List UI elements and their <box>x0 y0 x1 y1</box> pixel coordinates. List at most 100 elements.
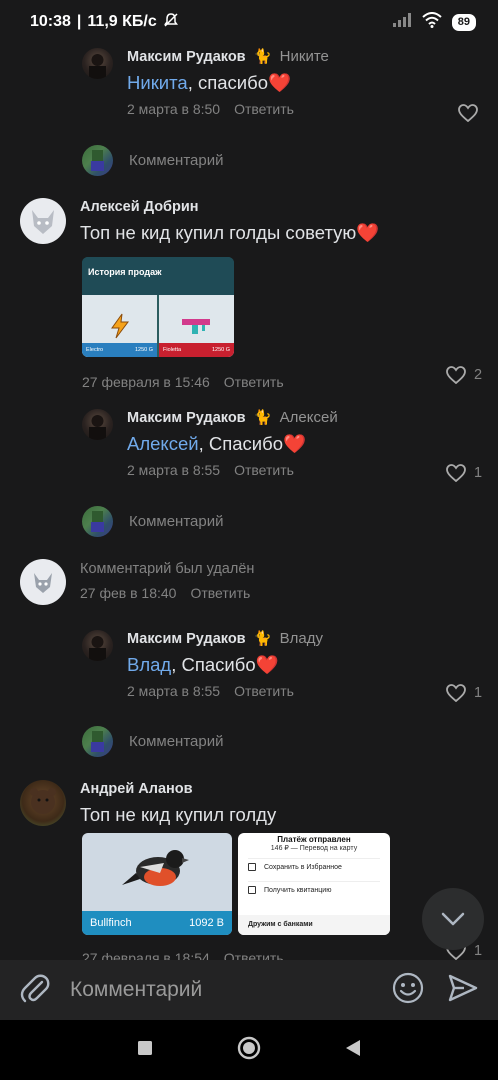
home-icon[interactable] <box>237 1036 261 1065</box>
battery-indicator: 89 <box>451 13 476 31</box>
my-avatar <box>82 506 113 537</box>
heart-emoji: ❤️ <box>356 222 380 243</box>
status-speed: 11,9 КБ/с <box>87 13 157 30</box>
comment-prompt[interactable]: Комментарий <box>82 145 223 176</box>
author-emoji: 🐈 <box>253 631 272 647</box>
comment-date: 27 фев в 18:40 <box>80 585 177 601</box>
comment: Алексей Добрин Топ не кид купил голды со… <box>20 198 379 245</box>
comment-text: Топ не кид купил голду <box>80 804 277 825</box>
mention-link[interactable]: Никита <box>127 72 188 93</box>
signal-icon <box>392 12 412 33</box>
receipt-icon <box>248 886 256 894</box>
comment-author[interactable]: Максим Рудаков <box>127 410 246 426</box>
smile-icon[interactable] <box>392 972 424 1009</box>
mention-link[interactable]: Алексей <box>127 433 199 454</box>
like-button[interactable]: 1 <box>446 684 482 702</box>
heart-outline-icon <box>446 684 466 702</box>
heart-emoji: ❤️ <box>268 72 292 93</box>
reply-button[interactable]: Ответить <box>224 950 284 960</box>
reply-target[interactable]: Владу <box>280 630 323 647</box>
status-time: 10:38 <box>30 13 71 30</box>
comment-deleted: Комментарий был удалён 27 фев в 18:40 От… <box>20 559 254 605</box>
comment-date: 2 марта в 8:50 <box>127 101 221 117</box>
back-icon[interactable] <box>345 1039 361 1062</box>
comment-prompt-label[interactable]: Комментарий <box>129 152 223 169</box>
avatar[interactable] <box>20 780 66 826</box>
comment-text: Топ не кид купил голды советую❤️ <box>80 222 380 243</box>
avatar[interactable] <box>82 409 113 440</box>
comment-meta: 27 февраля в 18:54 Ответить <box>82 950 284 960</box>
reply-button[interactable]: Ответить <box>234 101 294 117</box>
comment-prompt[interactable]: Комментарий <box>82 506 223 537</box>
comment-reply: Максим Рудаков 🐈 Никите Никита, спасибо❤… <box>82 48 329 117</box>
comment-reply: Максим Рудаков 🐈 Алексей Алексей, Спасиб… <box>82 409 338 478</box>
comment-reply: Максим Рудаков 🐈 Владу Влад, Спасибо❤️ 2… <box>82 630 323 699</box>
heart-emoji: ❤️ <box>255 654 279 675</box>
attach-icon[interactable] <box>20 972 50 1009</box>
heart-outline-icon <box>458 104 478 122</box>
heart-outline-icon <box>446 464 466 482</box>
deleted-text: Комментарий был удалён <box>80 561 255 577</box>
comment-meta: 27 февраля в 15:46 Ответить <box>82 374 284 390</box>
comment-prompt-label[interactable]: Комментарий <box>129 513 223 530</box>
comment-date: 2 марта в 8:55 <box>127 683 221 699</box>
comment-author[interactable]: Максим Рудаков <box>127 49 246 65</box>
comment-composer <box>0 960 498 1020</box>
comment-input[interactable] <box>70 978 392 1002</box>
my-avatar <box>82 145 113 176</box>
chevron-down-icon <box>441 912 465 926</box>
like-count: 1 <box>474 685 483 701</box>
bullfinch-icon <box>122 850 189 886</box>
author-emoji: 🐈 <box>253 49 272 65</box>
reply-target[interactable]: Никите <box>280 48 329 65</box>
comment-date: 27 февраля в 15:46 <box>82 374 210 390</box>
attachment-image[interactable]: Bullfinch 1092 B <box>82 833 232 935</box>
recents-icon[interactable] <box>137 1040 153 1061</box>
comment-date: 27 февраля в 18:54 <box>82 950 210 960</box>
attachment-image[interactable]: История продаж Electro 1250 G Fioletta 125… <box>82 257 234 357</box>
comment-text: Никита, спасибо❤️ <box>127 72 292 93</box>
sales-item: Electro 1250 G <box>82 295 157 357</box>
mute-icon <box>163 12 179 33</box>
sales-item: Fioletta 1250 G <box>159 295 234 357</box>
reply-button[interactable]: Ответить <box>224 374 284 390</box>
star-icon <box>248 863 256 871</box>
mention-link[interactable]: Влад <box>127 654 171 675</box>
comment-text: Влад, Спасибо❤️ <box>127 654 279 675</box>
reply-button[interactable]: Ответить <box>234 462 294 478</box>
avatar[interactable] <box>82 630 113 661</box>
attachment-image[interactable]: Платёж отправлен 146 ₽ — Перевод на карту… <box>238 833 390 935</box>
author-emoji: 🐈 <box>253 410 272 426</box>
avatar[interactable] <box>82 48 113 79</box>
like-count: 2 <box>474 367 483 383</box>
comment-text: Алексей, Спасибо❤️ <box>127 433 307 454</box>
sales-header: История продаж <box>82 257 234 295</box>
status-bar: 10:38 | 11,9 КБ/с 89 <box>0 0 498 44</box>
wifi-icon <box>422 11 442 33</box>
comment-author[interactable]: Алексей Добрин <box>80 199 199 215</box>
reply-button[interactable]: Ответить <box>190 585 250 601</box>
heart-outline-icon <box>446 366 466 384</box>
comment-prompt-label[interactable]: Комментарий <box>129 733 223 750</box>
send-icon[interactable] <box>448 974 478 1007</box>
my-avatar <box>82 726 113 757</box>
comment-author[interactable]: Максим Рудаков <box>127 631 246 647</box>
avatar[interactable] <box>20 198 66 244</box>
like-button[interactable] <box>458 104 478 122</box>
comments-feed[interactable]: Максим Рудаков 🐈 Никите Никита, спасибо❤… <box>0 44 498 960</box>
comment-author[interactable]: Андрей Аланов <box>80 781 193 797</box>
heart-emoji: ❤️ <box>283 433 307 454</box>
reply-target[interactable]: Алексей <box>280 409 338 426</box>
item-name: Bullfinch <box>90 917 132 929</box>
system-nav-bar <box>0 1020 498 1080</box>
comment-prompt[interactable]: Комментарий <box>82 726 223 757</box>
item-price: 1092 B <box>189 917 224 929</box>
comment-date: 2 марта в 8:55 <box>127 462 221 478</box>
like-count: 1 <box>474 465 483 481</box>
avatar <box>20 559 66 605</box>
reply-button[interactable]: Ответить <box>234 683 294 699</box>
like-count: 1 <box>474 943 483 959</box>
scroll-down-button[interactable] <box>422 888 484 950</box>
like-button[interactable]: 1 <box>446 464 482 482</box>
like-button[interactable]: 2 <box>446 366 482 384</box>
